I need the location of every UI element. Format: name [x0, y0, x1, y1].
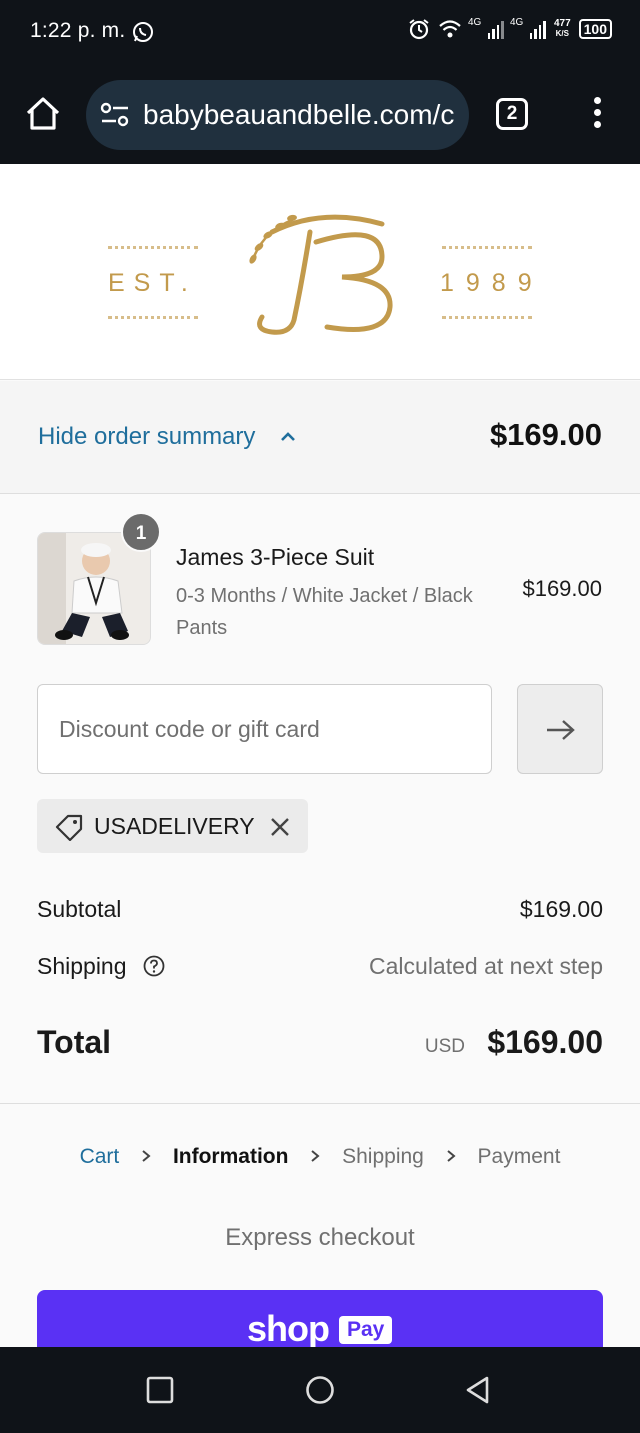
- site-settings-icon[interactable]: [100, 102, 130, 128]
- total-value: $169.00: [487, 1024, 603, 1060]
- remove-discount-icon[interactable]: [269, 816, 291, 838]
- order-summary-toggle[interactable]: Hide order summary $169.00: [0, 381, 640, 494]
- divider-dots: [108, 246, 198, 249]
- order-summary: 1 James 3-Piece Suit 0-3 Months / White …: [0, 494, 640, 1104]
- browser-toolbar: babybeauandbelle.com/c 2: [0, 64, 640, 164]
- total-label: Total: [37, 1024, 112, 1060]
- breadcrumb-payment: Payment: [477, 1145, 561, 1169]
- est-label: EST.: [108, 269, 197, 297]
- discount-input[interactable]: [38, 685, 491, 773]
- subtotal-label: Subtotal: [37, 896, 122, 922]
- tag-icon: [55, 814, 83, 841]
- shipping-value: Calculated at next step: [369, 953, 603, 979]
- breadcrumb-cart[interactable]: Cart: [80, 1145, 120, 1169]
- recent-apps-icon[interactable]: [145, 1375, 175, 1405]
- tab-switcher-button[interactable]: 2: [496, 98, 528, 130]
- brand-monogram-logo[interactable]: [232, 202, 408, 342]
- express-checkout-heading: Express checkout: [225, 1224, 415, 1251]
- divider-dots: [108, 316, 198, 319]
- shop-pay-badge: Pay: [339, 1316, 393, 1344]
- network-speed: 477 K/S: [553, 18, 571, 39]
- product-price: $169.00: [522, 576, 602, 601]
- store-header: EST. 1989 B: [0, 164, 640, 380]
- product-variant: 0-3 Months / White Jacket / Black Pants: [176, 585, 473, 639]
- subtotal-row: Subtotal $169.00: [37, 896, 603, 923]
- battery-indicator: 100: [578, 19, 612, 39]
- signal-icon-2: 4G: [510, 17, 546, 39]
- wifi-icon: [439, 20, 461, 38]
- back-icon[interactable]: [463, 1375, 493, 1405]
- system-nav-bar: [0, 1347, 640, 1433]
- total-row: Total USD $169.00: [37, 1024, 603, 1061]
- shipping-row: Shipping Calculated at next step: [37, 953, 603, 980]
- quantity-badge: 1: [121, 512, 161, 552]
- chevron-right-icon: [311, 1150, 320, 1162]
- arrow-right-icon: [547, 720, 575, 740]
- help-icon[interactable]: [143, 955, 165, 977]
- address-bar[interactable]: babybeauandbelle.com/c: [86, 80, 469, 150]
- discount-field[interactable]: [37, 684, 492, 774]
- status-icons: 4G 4G 477 K/S 100: [408, 17, 612, 40]
- status-time: 1:22 p. m.: [30, 19, 126, 42]
- chevron-right-icon: [447, 1150, 456, 1162]
- divider-dots: [442, 246, 532, 249]
- subtotal-value: $169.00: [519, 896, 603, 922]
- chevron-up-icon: [281, 432, 295, 441]
- signal-icon-1: 4G: [468, 17, 504, 39]
- chevron-right-icon: [142, 1150, 151, 1162]
- currency-code: USD: [424, 1036, 465, 1057]
- shipping-label: Shipping: [37, 953, 127, 979]
- breadcrumb-information: Information: [172, 1145, 289, 1169]
- hide-summary-link[interactable]: Hide order summary: [38, 423, 255, 451]
- divider-dots: [442, 316, 532, 319]
- whatsapp-icon: [133, 22, 153, 42]
- product-name: James 3-Piece Suit: [176, 544, 375, 570]
- browser-menu-icon[interactable]: [590, 97, 604, 133]
- summary-total: $169.00: [489, 417, 602, 452]
- home-icon[interactable]: [22, 94, 64, 134]
- alarm-icon: [409, 19, 429, 40]
- shop-pay-logo: shop: [247, 1308, 330, 1349]
- url-text[interactable]: babybeauandbelle.com/c: [143, 99, 457, 131]
- apply-discount-button[interactable]: [517, 684, 603, 774]
- breadcrumb-shipping: Shipping: [342, 1145, 424, 1169]
- discount-code: USADELIVERY: [94, 813, 255, 839]
- home-circle-icon[interactable]: [305, 1375, 335, 1405]
- checkout-breadcrumb: Cart Information Shipping Payment: [0, 1145, 640, 1169]
- applied-discount-tag: USADELIVERY: [37, 799, 308, 853]
- status-bar: 1:22 p. m. 4G 4G 477 K/S 100: [0, 0, 640, 64]
- est-year: 1989: [440, 269, 544, 297]
